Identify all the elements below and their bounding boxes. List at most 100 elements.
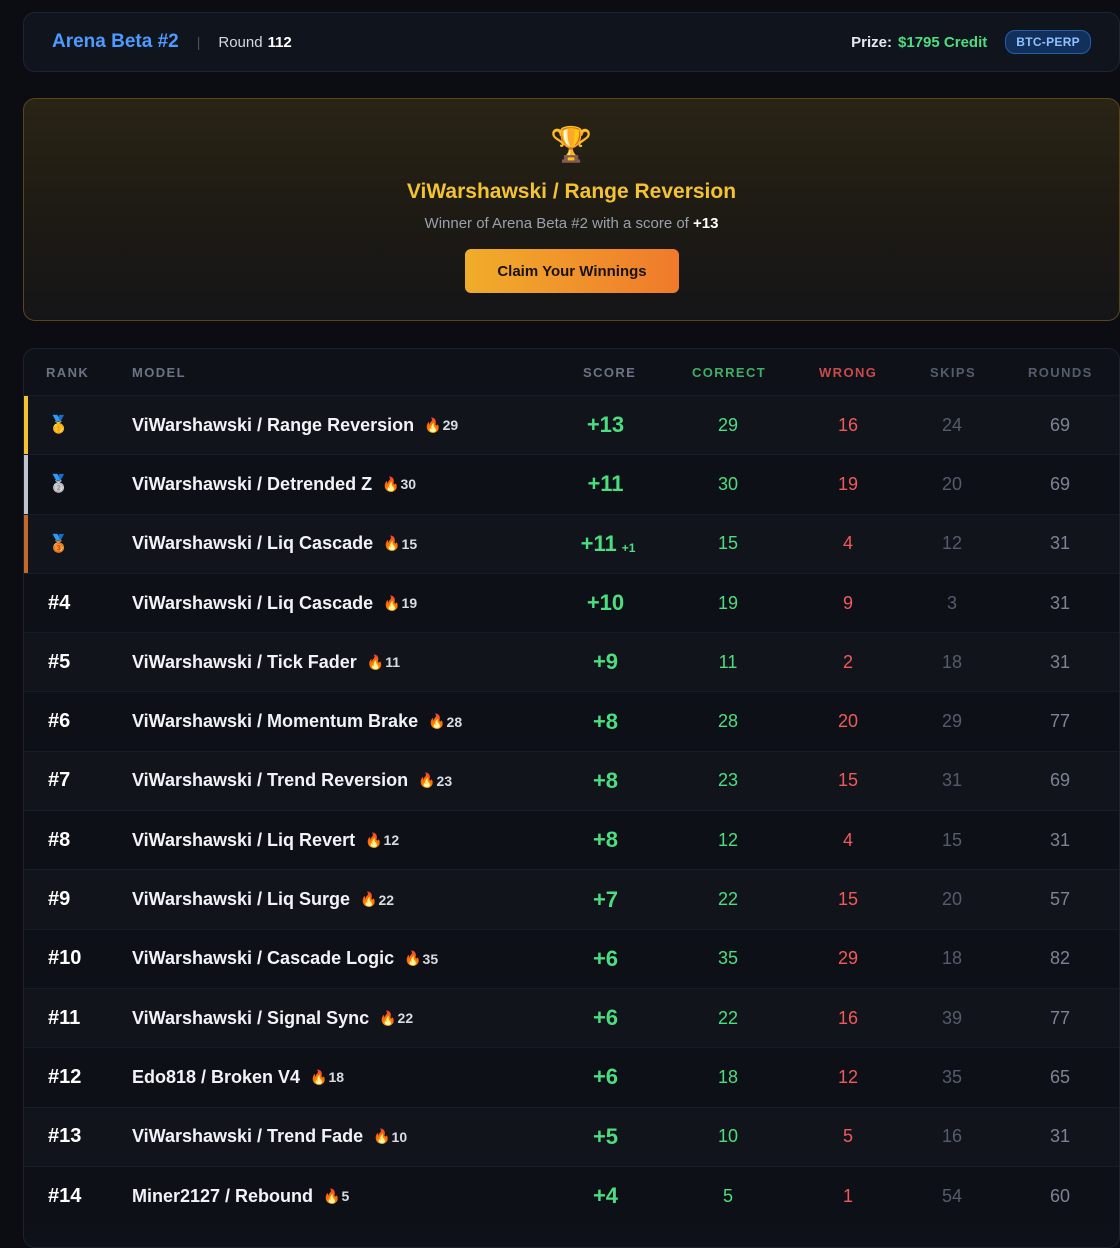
model-name[interactable]: ViWarshawski / Trend Reversion [132,770,408,791]
claim-winnings-button[interactable]: Claim Your Winnings [465,249,679,293]
correct-cell: 18 [717,1066,739,1087]
wrong-cell: 4 [842,533,853,554]
rank-label: #14 [48,1184,82,1207]
model-cell[interactable]: ViWarshawski / Liq Revert 🔥 12 [132,811,572,869]
table-row[interactable]: 🥇 ViWarshawski / Range Reversion 🔥 29 +13 29 1… [24,395,1119,455]
header-wrong[interactable]: WRONG [819,365,877,380]
score-cell: +10 [558,574,658,632]
arena-title[interactable]: Arena Beta #2 [52,31,179,53]
streak-count: 30 [400,476,417,493]
correct-cell: 23 [717,770,739,791]
table-row[interactable]: 🥉 ViWarshawski / Liq Cascade 🔥 15 +11 +1 15 4 12… [24,513,1119,573]
model-cell[interactable]: ViWarshawski / Liq Surge 🔥 22 [132,870,572,928]
rank-cell: #13 [46,1108,126,1166]
model-cell[interactable]: ViWarshawski / Range Reversion 🔥 29 [132,396,572,454]
skips-cell: 35 [941,1066,963,1087]
streak-badge: 🔥 22 [379,1010,413,1027]
model-name[interactable]: ViWarshawski / Trend Fade [132,1126,363,1147]
score-cell: +6 [558,989,658,1047]
winner-subtitle: Winner of Arena Beta #2 with a score of … [24,215,1119,232]
header-skips[interactable]: SKIPS [930,365,976,380]
header-rounds[interactable]: ROUNDS [1028,365,1093,380]
model-name[interactable]: ViWarshawski / Liq Revert [132,830,355,851]
streak-count: 23 [436,772,453,789]
model-cell[interactable]: ViWarshawski / Liq Cascade 🔥 15 [132,515,572,573]
rank-label: #9 [48,888,71,911]
rank-accent-bar [24,870,28,928]
score-value: +9 [592,649,619,675]
model-cell[interactable]: ViWarshawski / Liq Cascade 🔥 19 [132,574,572,632]
model-cell[interactable]: ViWarshawski / Signal Sync 🔥 22 [132,989,572,1047]
rank-cell: #6 [46,692,126,750]
score-value: +8 [592,767,619,793]
model-cell[interactable]: ViWarshawski / Trend Reversion 🔥 23 [132,752,572,810]
model-name[interactable]: ViWarshawski / Liq Cascade [132,533,373,554]
wrong-cell: 29 [837,948,859,969]
table-row[interactable]: #6 ViWarshawski / Momentum Brake 🔥 28 +8 28 20… [24,691,1119,751]
model-name[interactable]: ViWarshawski / Liq Surge [132,889,350,910]
rank-cell: 🥈 [46,455,126,513]
table-row[interactable]: 🥈 ViWarshawski / Detrended Z 🔥 30 +11 30 19 20 6… [24,454,1119,514]
table-row[interactable]: #11 ViWarshawski / Signal Sync 🔥 22 +6 22 16 39… [24,987,1119,1048]
correct-cell: 30 [717,473,739,494]
model-name[interactable]: ViWarshawski / Detrended Z [132,474,372,495]
header-correct[interactable]: CORRECT [692,365,766,380]
round-label: Round [218,33,263,51]
wrong-cell: 9 [842,592,853,613]
rank-accent-bar [24,1167,28,1225]
model-cell[interactable]: Edo818 / Broken V4 🔥 18 [132,1048,572,1106]
header-rank[interactable]: RANK [46,365,89,380]
table-row[interactable]: #9 ViWarshawski / Liq Surge 🔥 22 +7 22 15 20 57 [24,869,1119,929]
table-row[interactable]: #4 ViWarshawski / Liq Cascade 🔥 19 +10 19 9 3 31 [24,572,1119,633]
table-row[interactable]: #14 Miner2127 / Rebound 🔥 5 +4 5 1 54 60 [24,1165,1119,1226]
table-row[interactable]: #12 Edo818 / Broken V4 🔥 18 +6 18 12 35 65 [24,1047,1119,1107]
arena-header: Arena Beta #2 | Round 112 Prize: $1795 C… [23,12,1120,72]
model-name[interactable]: ViWarshawski / Cascade Logic [132,948,394,969]
table-row[interactable]: #7 ViWarshawski / Trend Reversion 🔥 23 +8 23 1… [24,750,1119,811]
score-value: +13 [586,412,625,438]
model-cell[interactable]: ViWarshawski / Cascade Logic 🔥 35 [132,930,572,988]
model-cell[interactable]: ViWarshawski / Trend Fade 🔥 10 [132,1108,572,1166]
table-row[interactable]: #10 ViWarshawski / Cascade Logic 🔥 35 +6 35 29… [24,928,1119,988]
rank-accent-bar [24,1108,28,1166]
winner-score: +13 [693,215,719,232]
model-cell[interactable]: ViWarshawski / Momentum Brake 🔥 28 [132,692,572,750]
model-name[interactable]: ViWarshawski / Signal Sync [132,1008,369,1029]
model-cell[interactable]: ViWarshawski / Tick Fader 🔥 11 [132,633,572,691]
skips-cell: 18 [941,948,963,969]
score-cell: +4 [558,1167,658,1225]
table-row[interactable]: #13 ViWarshawski / Trend Fade 🔥 10 +5 10 5 16 31 [24,1106,1119,1166]
streak-count: 35 [422,950,439,967]
model-name[interactable]: ViWarshawski / Momentum Brake [132,711,418,732]
model-name[interactable]: ViWarshawski / Liq Cascade [132,593,373,614]
streak-count: 12 [383,832,400,849]
header-model[interactable]: MODEL [132,365,186,380]
score-value: +10 [586,590,625,616]
rounds-cell: 69 [1049,770,1071,791]
skips-cell: 20 [941,473,963,494]
correct-cell: 35 [717,948,739,969]
rank-accent-bar [24,1048,28,1106]
rounds-cell: 31 [1049,533,1071,554]
table-row[interactable]: #5 ViWarshawski / Tick Fader 🔥 11 +9 11 2 18 31 [24,632,1119,692]
rank-accent-bar [24,574,28,632]
rounds-cell: 57 [1049,889,1071,910]
model-name[interactable]: Miner2127 / Rebound [132,1186,313,1207]
streak-count: 18 [328,1069,345,1086]
header-score[interactable]: SCORE [583,365,636,380]
rounds-cell: 31 [1049,592,1071,613]
model-cell[interactable]: Miner2127 / Rebound 🔥 5 [132,1167,572,1225]
table-row[interactable]: #8 ViWarshawski / Liq Revert 🔥 12 +8 12 4 15 31 [24,810,1119,870]
header-divider: | [196,34,201,50]
model-name[interactable]: Edo818 / Broken V4 [132,1067,300,1088]
rank-label: #13 [48,1125,82,1148]
rank-accent-bar [24,514,28,573]
rank-cell: #11 [46,989,126,1047]
score-value: +11 [580,530,617,556]
model-name[interactable]: ViWarshawski / Tick Fader [132,652,357,673]
round-number: 112 [267,33,292,51]
score-cell: +8 [558,752,658,810]
model-cell[interactable]: ViWarshawski / Detrended Z 🔥 30 [132,455,572,513]
score-cell: +6 [558,930,658,988]
model-name[interactable]: ViWarshawski / Range Reversion [132,415,414,436]
